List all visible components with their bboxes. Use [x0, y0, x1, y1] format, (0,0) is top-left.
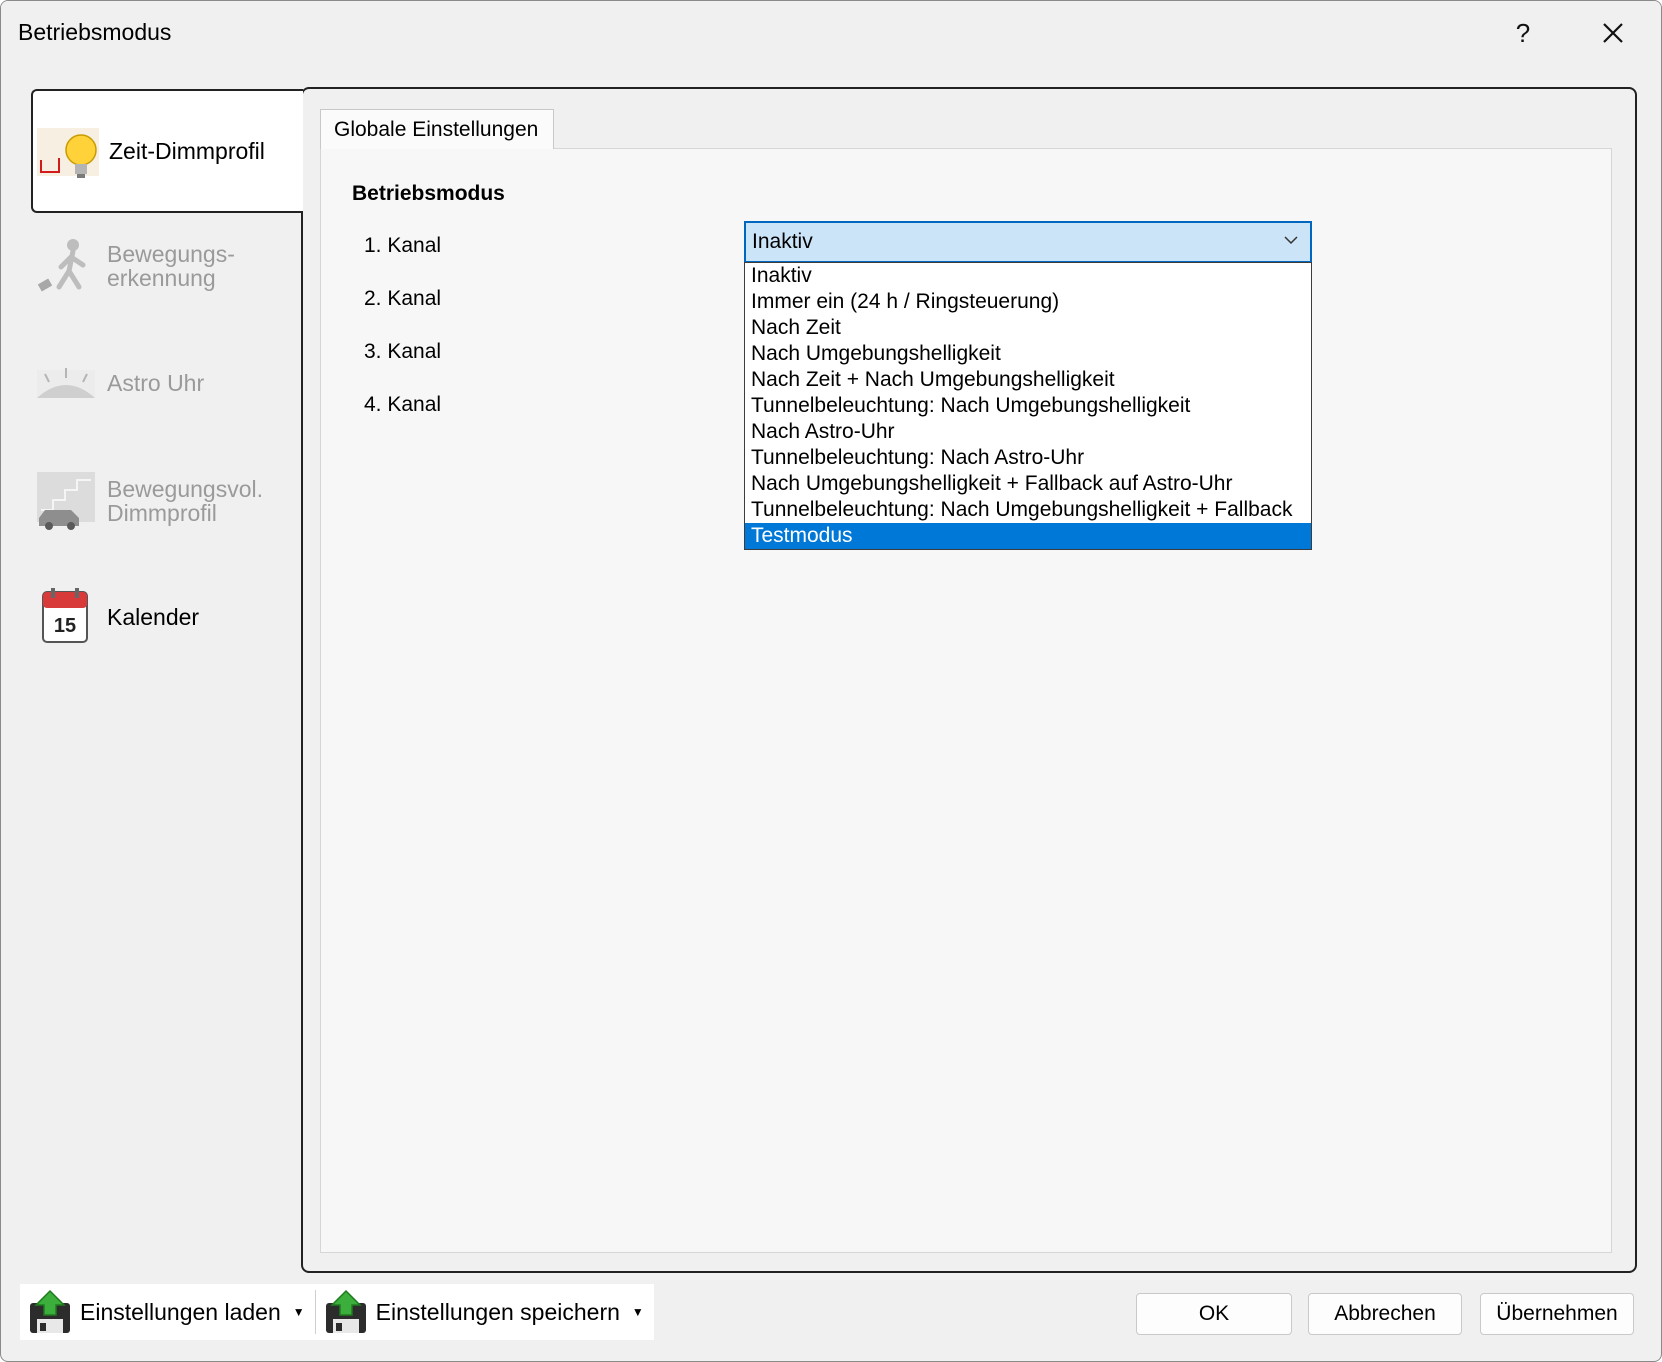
- tab-globale-einstellungen[interactable]: Globale Einstellungen: [320, 109, 554, 149]
- floppy-load-icon: [30, 1289, 70, 1333]
- dropdown-caret-icon[interactable]: ▼: [293, 1305, 305, 1319]
- calendar-day: 15: [54, 615, 76, 637]
- sidebar-item-kalender[interactable]: 15 Kalender: [31, 555, 303, 679]
- help-button[interactable]: ?: [1488, 9, 1558, 57]
- sidebar-item-label: Astro Uhr: [107, 370, 205, 396]
- sidebar-item-zeit-dimmprofil[interactable]: Zeit-Dimmprofil: [31, 89, 303, 213]
- select-value: Inaktiv: [752, 230, 813, 253]
- calendar-icon: 15: [42, 588, 88, 643]
- motion-person-icon: [37, 239, 86, 292]
- chevron-down-icon: [1284, 236, 1298, 245]
- sidebar-item-bewegungsvol-dimmprofil[interactable]: Bewegungsvol. Dimmprofil: [31, 439, 303, 563]
- save-settings-label: Einstellungen speichern: [375, 1298, 620, 1325]
- sidebar-item-label: Bewegungsvol. Dimmprofil: [107, 476, 263, 526]
- dropdown-option[interactable]: Nach Zeit: [745, 315, 1311, 341]
- channel-label: 4. Kanal: [364, 393, 442, 416]
- dropdown-option[interactable]: Tunnelbeleuchtung: Nach Umgebungshelligk…: [745, 393, 1311, 419]
- load-settings-button[interactable]: Einstellungen laden ▼: [20, 1284, 315, 1340]
- dropdown-option[interactable]: Nach Astro-Uhr: [745, 419, 1311, 445]
- dropdown-option[interactable]: Immer ein (24 h / Ringsteuerung): [745, 289, 1311, 315]
- apply-button[interactable]: Übernehmen: [1480, 1293, 1634, 1335]
- channel-label: 1. Kanal: [364, 234, 442, 257]
- sidebar-item-label: Bewegungs- erkennung: [107, 241, 235, 291]
- dropdown-option[interactable]: Nach Zeit + Nach Umgebungshelligkeit: [745, 367, 1311, 393]
- dropdown-option[interactable]: Inaktiv: [745, 263, 1311, 289]
- ok-button[interactable]: OK: [1136, 1293, 1292, 1335]
- section-title: Betriebsmodus: [352, 182, 505, 205]
- window-title: Betriebsmodus: [18, 19, 172, 45]
- dropdown-caret-icon[interactable]: ▼: [632, 1305, 644, 1319]
- floppy-save-icon: [325, 1289, 366, 1333]
- sidebar-nav: Zeit-Dimmprofil Bewegungs- erkennung Ast…: [31, 89, 303, 1275]
- close-button[interactable]: [1578, 9, 1648, 57]
- sidebar-item-label: Kalender: [107, 604, 200, 630]
- tab-page: Betriebsmodus 1. Kanal 2. Kanal 3. Kanal…: [320, 148, 1612, 1253]
- settings-toolbar: Einstellungen laden ▼ Einstellungen spei…: [20, 1284, 654, 1340]
- dropdown-option[interactable]: Nach Umgebungshelligkeit + Fallback auf …: [745, 471, 1311, 497]
- mode-dropdown-list: Inaktiv Immer ein (24 h / Ringsteuerung)…: [744, 262, 1312, 550]
- title-bar: Betriebsmodus ?: [1, 1, 1661, 65]
- channel-label: 3. Kanal: [364, 340, 442, 363]
- close-icon: [1603, 23, 1623, 43]
- channel-label: 2. Kanal: [364, 287, 442, 310]
- astro-horizon-icon: [37, 368, 95, 398]
- cancel-button[interactable]: Abbrechen: [1308, 1293, 1462, 1335]
- sidebar-item-label: Zeit-Dimmprofil: [109, 138, 265, 164]
- sidebar-item-astro-uhr[interactable]: Astro Uhr: [31, 321, 303, 445]
- main-panel: Globale Einstellungen Betriebsmodus 1. K…: [301, 87, 1637, 1273]
- bulb-profile-icon: [37, 128, 99, 178]
- dropdown-option[interactable]: Tunnelbeleuchtung: Nach Astro-Uhr: [745, 445, 1311, 471]
- sidebar-item-bewegungserkennung[interactable]: Bewegungs- erkennung: [31, 204, 303, 328]
- dropdown-option[interactable]: Nach Umgebungshelligkeit: [745, 341, 1311, 367]
- dropdown-option[interactable]: Tunnelbeleuchtung: Nach Umgebungshelligk…: [745, 497, 1311, 523]
- dropdown-option-highlighted[interactable]: Testmodus: [745, 523, 1311, 549]
- load-settings-label: Einstellungen laden: [80, 1298, 281, 1325]
- channel-1-mode-select[interactable]: Inaktiv: [744, 221, 1312, 263]
- car-stairs-icon: [37, 472, 95, 530]
- dialog-window: Betriebsmodus ? Zeit-Dimmprofil Bewegung…: [0, 0, 1662, 1362]
- save-settings-button[interactable]: Einstellungen speichern ▼: [316, 1284, 654, 1340]
